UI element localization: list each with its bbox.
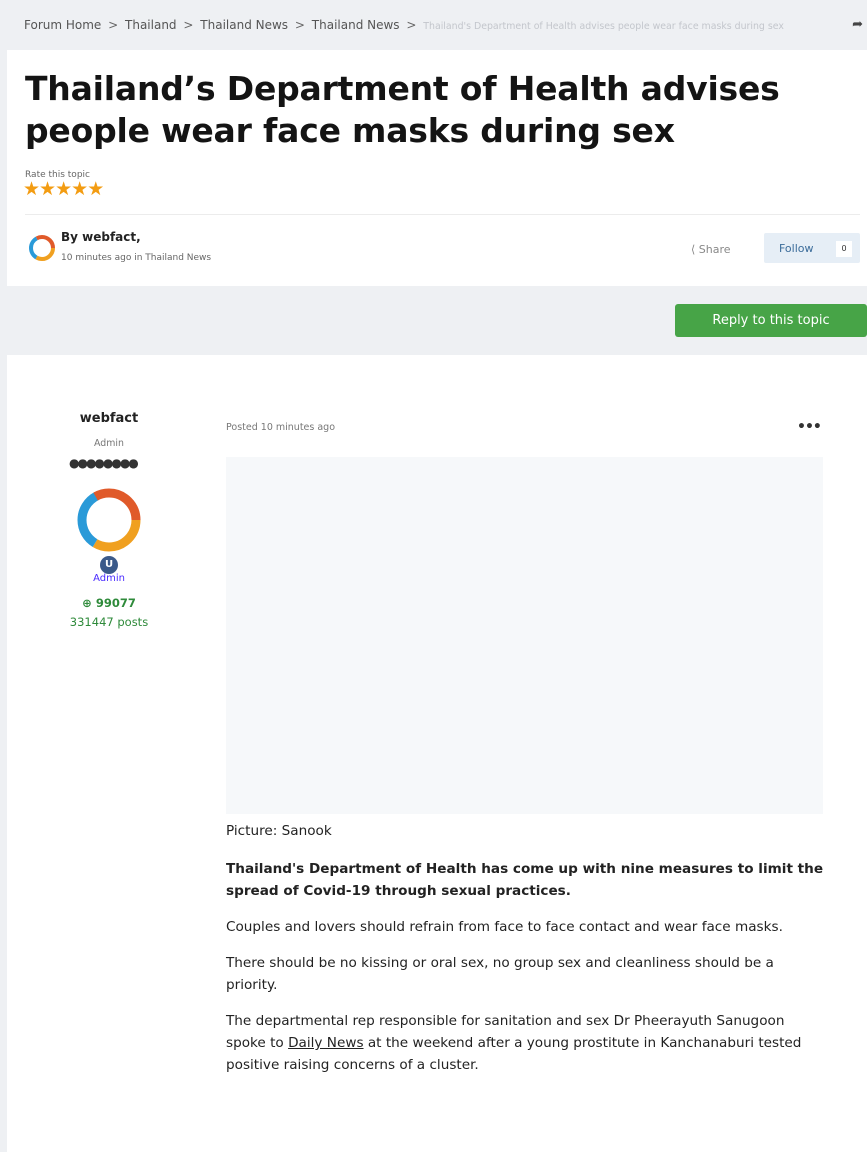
author-meta: 10 minutes ago in Thailand News: [61, 253, 212, 263]
breadcrumb-separator: >: [183, 18, 194, 32]
breadcrumb-separator: >: [294, 18, 305, 32]
breadcrumb-current: Thailand's Department of Health advises …: [423, 21, 784, 32]
post-author-group: Admin: [93, 573, 125, 584]
post-count: 331447 posts: [69, 615, 149, 629]
topic-header: Thailand’s Department of Health advises …: [7, 50, 867, 286]
rating-stars[interactable]: ★★★★★: [23, 178, 104, 200]
star-icon[interactable]: ★: [23, 178, 40, 200]
breadcrumb-thailand-news[interactable]: Thailand News: [200, 18, 288, 32]
post-author-avatar[interactable]: [74, 485, 144, 555]
plus-circle-icon: ⊕: [82, 596, 92, 610]
image-caption: Picture: Sanook: [226, 823, 332, 839]
share-icon: ⟨: [691, 243, 696, 256]
post-image: [226, 457, 823, 814]
rank-pips: ●●●●●●●●: [69, 456, 139, 470]
follow-label: Follow: [779, 242, 814, 255]
page-title: Thailand’s Department of Health advises …: [25, 69, 780, 150]
divider: [25, 214, 860, 215]
post-author-role: Admin: [94, 438, 124, 449]
reputation-value: 99077: [95, 596, 136, 610]
share-arrow-icon[interactable]: ➦: [852, 17, 863, 32]
paragraph: The departmental rep responsible for san…: [226, 1010, 826, 1076]
breadcrumb-thailand-news-sub[interactable]: Thailand News: [312, 18, 400, 32]
breadcrumb-thailand[interactable]: Thailand: [125, 18, 177, 32]
star-icon[interactable]: ★: [87, 178, 104, 200]
share-label: Share: [698, 243, 731, 256]
paragraph: There should be no kissing or oral sex, …: [226, 955, 774, 993]
more-dots-icon[interactable]: •••: [797, 419, 822, 435]
post-author-name[interactable]: webfact: [7, 411, 211, 426]
post-content: Picture: Sanook Thailand's Department of…: [226, 820, 826, 1090]
star-icon[interactable]: ★: [71, 178, 88, 200]
star-icon[interactable]: ★: [55, 178, 72, 200]
breadcrumb-separator: >: [406, 18, 417, 32]
paragraph: Couples and lovers should refrain from f…: [226, 919, 783, 935]
share-button[interactable]: ⟨ Share: [691, 243, 731, 256]
author-name[interactable]: By webfact,: [61, 230, 141, 244]
daily-news-link[interactable]: Daily News: [288, 1035, 363, 1051]
admin-badge-icon: U: [100, 556, 118, 574]
breadcrumb-forum-home[interactable]: Forum Home: [24, 18, 101, 32]
star-icon[interactable]: ★: [39, 178, 56, 200]
follow-count: 0: [836, 241, 852, 257]
reply-button[interactable]: Reply to this topic: [675, 304, 867, 337]
breadcrumb-separator: >: [108, 18, 119, 32]
follow-button[interactable]: Follow 0: [764, 233, 860, 263]
reputation-badge: ⊕ 99077: [7, 596, 211, 610]
post: webfact Admin ●●●●●●●● U Admin ⊕ 99077 3…: [7, 355, 867, 1152]
breadcrumb: Forum Home > Thailand > Thailand News > …: [24, 18, 784, 32]
author-avatar[interactable]: [27, 233, 57, 263]
lead-paragraph: Thailand's Department of Health has come…: [226, 861, 824, 899]
post-date[interactable]: Posted 10 minutes ago: [226, 422, 335, 433]
